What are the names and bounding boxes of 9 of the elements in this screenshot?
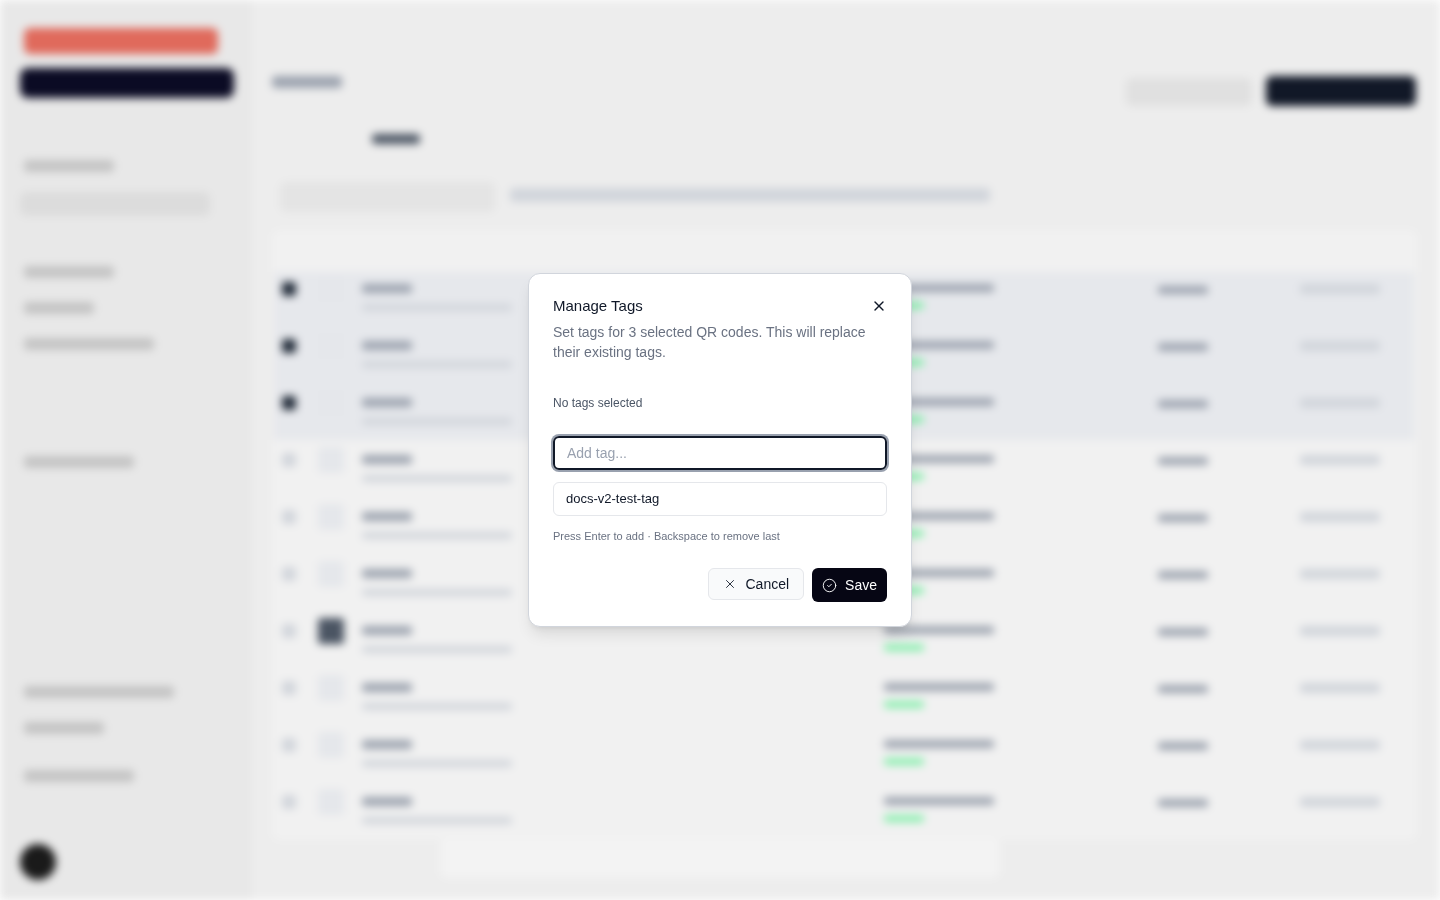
input-hint: Press Enter to add · Backspace to remove last	[553, 528, 781, 544]
save-button[interactable]: Save	[812, 568, 887, 603]
check-circle-icon	[822, 577, 838, 593]
tag-input-field[interactable]: Add tag...	[553, 435, 887, 470]
cancel-button[interactable]: Cancel	[708, 568, 805, 601]
dialog-description: Set tags for 3 selected QR codes. This will replace their existing tags.	[553, 322, 867, 362]
tag-suggestion[interactable]: docs-v2-test-tag	[553, 481, 887, 516]
selection-status: No tags selected	[553, 394, 644, 412]
dialog-title: Manage Tags	[553, 295, 643, 316]
